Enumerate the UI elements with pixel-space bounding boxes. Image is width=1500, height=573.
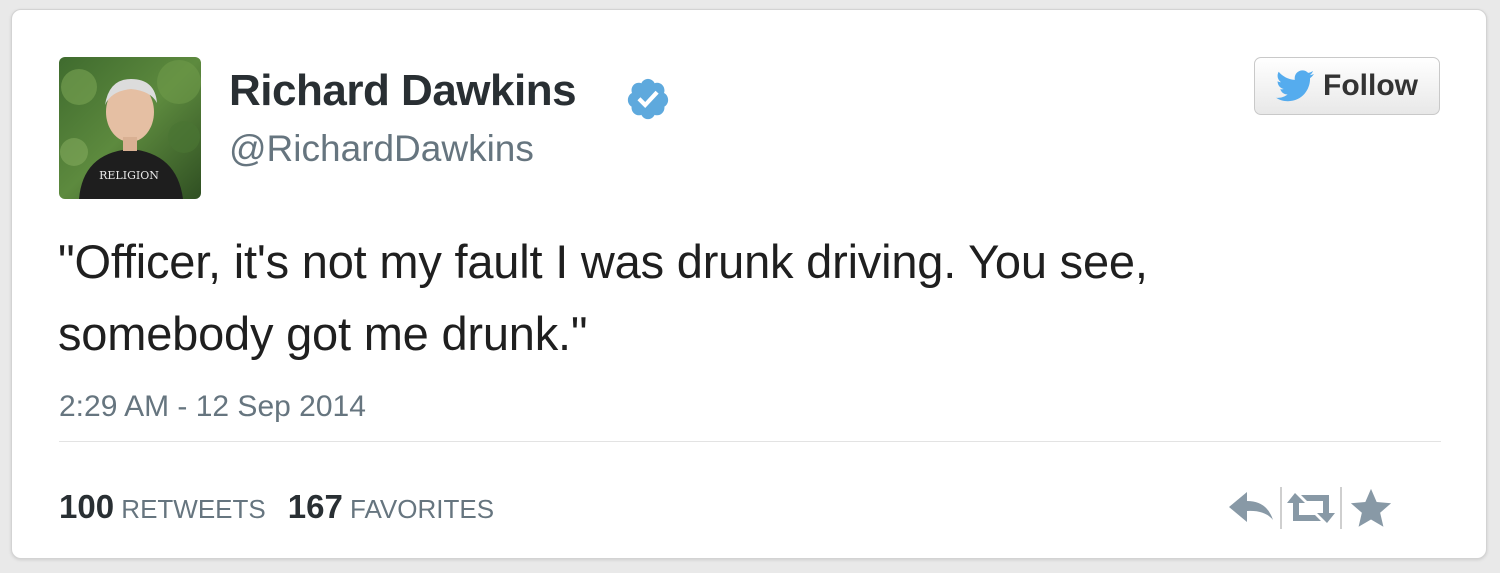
star-icon xyxy=(1350,488,1392,527)
retweets-label: RETWEETS xyxy=(121,494,266,524)
verified-badge-icon xyxy=(627,78,669,120)
avatar[interactable]: RELIGION xyxy=(59,57,201,199)
twitter-bird-icon xyxy=(1276,70,1314,102)
retweets-count: 100 xyxy=(59,488,115,525)
follow-label: Follow xyxy=(1323,69,1418,102)
favorites-label: FAVORITES xyxy=(350,494,495,524)
handle[interactable]: @RichardDawkins xyxy=(229,128,534,170)
tweet-actions xyxy=(1222,482,1400,534)
avatar-image: RELIGION xyxy=(59,57,201,199)
retweet-icon xyxy=(1287,493,1335,523)
divider xyxy=(59,441,1441,442)
tweet-stats: 100 RETWEETS 167 FAVORITES xyxy=(59,488,494,526)
tweet-text-line: somebody got me drunk." xyxy=(58,307,588,360)
tweet-text: "Officer, it's not my fault I was drunk … xyxy=(58,226,1448,370)
display-name[interactable]: Richard Dawkins xyxy=(229,66,577,116)
tweet-card: RELIGION Richard Dawkins @RichardDawkins… xyxy=(11,9,1487,559)
favorites-stat[interactable]: 167 FAVORITES xyxy=(288,488,494,526)
reply-button[interactable] xyxy=(1222,482,1280,534)
retweet-button[interactable] xyxy=(1282,482,1340,534)
follow-button[interactable]: Follow xyxy=(1254,57,1440,115)
favorites-count: 167 xyxy=(287,488,343,525)
retweets-stat[interactable]: 100 RETWEETS xyxy=(59,488,266,526)
tweet-text-line: "Officer, it's not my fault I was drunk … xyxy=(58,235,1148,288)
favorite-button[interactable] xyxy=(1342,482,1400,534)
avatar-shirt-text: RELIGION xyxy=(99,169,159,182)
reply-icon xyxy=(1229,492,1273,522)
timestamp[interactable]: 2:29 AM - 12 Sep 2014 xyxy=(59,390,366,424)
